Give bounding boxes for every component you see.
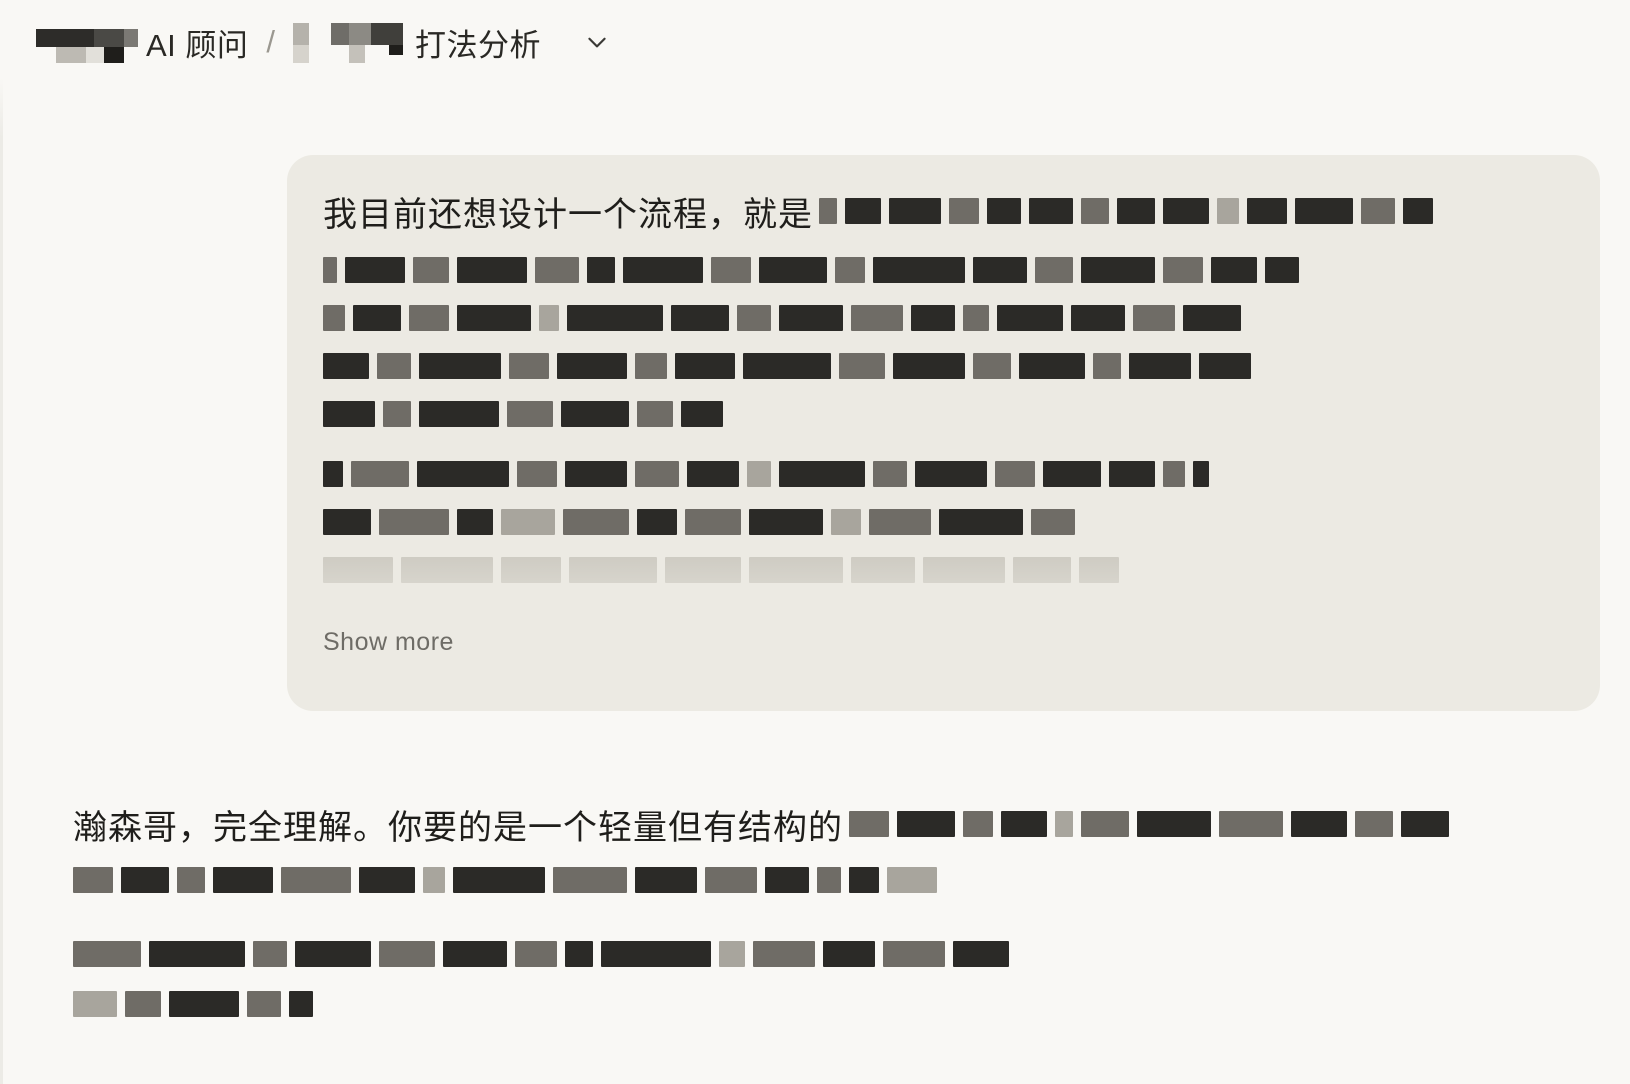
redacted-text-line bbox=[73, 984, 1533, 1024]
assistant-message-visible-text: 瀚森哥，完全理解。你要的是一个轻量但有结构的 bbox=[73, 809, 843, 847]
breadcrumb: AI 顾问 / 打法分析 bbox=[36, 18, 613, 66]
redacted-text-line bbox=[323, 507, 1563, 537]
show-more-button[interactable]: Show more bbox=[323, 628, 454, 657]
redacted-project-name[interactable] bbox=[36, 23, 138, 63]
redacted-text-line bbox=[323, 351, 1563, 381]
assistant-paragraph-2 bbox=[73, 934, 1533, 1024]
redacted-conversation-prefix[interactable] bbox=[293, 23, 405, 63]
redacted-text-line bbox=[73, 934, 1533, 974]
chevron-down-icon[interactable] bbox=[581, 26, 613, 58]
breadcrumb-ai-advisor[interactable]: AI 顾问 bbox=[146, 20, 248, 65]
redacted-text-line bbox=[323, 255, 1563, 285]
chat-header: AI 顾问 / 打法分析 bbox=[0, 0, 1630, 78]
header-fade bbox=[0, 78, 1630, 138]
collapse-fade bbox=[287, 541, 1600, 641]
user-message-visible-text: 我目前还想设计一个流程，就是 bbox=[323, 195, 813, 234]
redacted-text bbox=[849, 809, 1449, 839]
redacted-text bbox=[819, 196, 1433, 226]
breadcrumb-separator: / bbox=[266, 24, 276, 59]
chat-page: AI 顾问 / 打法分析 我目前还想设计一个流程，就是 Show more 瀚森… bbox=[0, 0, 1630, 1084]
redacted-text-line bbox=[73, 860, 1533, 900]
breadcrumb-conversation-title[interactable]: 打法分析 bbox=[415, 20, 541, 65]
user-message-bubble: 我目前还想设计一个流程，就是 Show more bbox=[287, 155, 1600, 711]
redacted-text-line bbox=[323, 303, 1563, 333]
assistant-message: 瀚森哥，完全理解。你要的是一个轻量但有结构的 bbox=[73, 800, 1533, 1024]
redacted-text-line bbox=[323, 459, 1563, 489]
redacted-text-line bbox=[323, 399, 1563, 429]
left-edge-divider bbox=[0, 0, 3, 1084]
user-message-text: 我目前还想设计一个流程，就是 bbox=[323, 185, 1563, 585]
